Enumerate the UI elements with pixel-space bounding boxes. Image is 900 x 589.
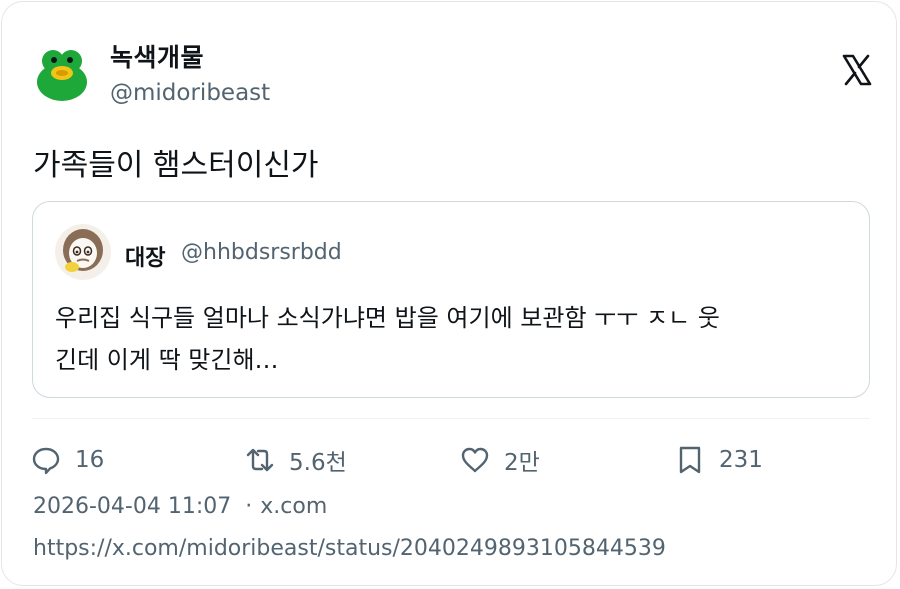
reply-icon	[32, 447, 60, 475]
tweet-text: 가족들이 햄스터이신가	[33, 148, 319, 183]
bookmark-count: 231	[719, 447, 763, 473]
quoted-user-handle[interactable]: @hhbdsrsrbdd	[181, 240, 342, 265]
retweet-button[interactable]: 5.6천	[245, 442, 347, 478]
user-avatar-icon	[55, 224, 111, 280]
like-button[interactable]: 2만	[460, 442, 540, 478]
retweet-count: 5.6천	[289, 450, 347, 476]
author-handle[interactable]: @midoribeast	[110, 80, 270, 106]
quoted-tweet-text: 우리집 식구들 얼마나 소식가냐면 밥을 여기에 보관함 ㅜㅜ ㅈㄴ 웃 긴데 …	[55, 297, 855, 381]
author-name[interactable]: 녹색개물	[110, 38, 204, 74]
quoted-user-name[interactable]: 대장	[125, 240, 165, 272]
source-link[interactable]: x.com	[260, 494, 327, 519]
x-logo-icon[interactable]	[842, 54, 872, 86]
like-count: 2만	[504, 450, 540, 476]
tweet-url[interactable]: https://x.com/midoribeast/status/2040249…	[33, 536, 666, 561]
tweet-card: 녹색개물 @midoribeast 가족들이 햄스터이신가 대장 @hhbdsr	[1, 1, 897, 586]
author-avatar[interactable]	[32, 42, 92, 102]
retweet-icon	[246, 448, 274, 472]
reply-button[interactable]: 16	[31, 442, 104, 478]
quoted-text-line-1: 우리집 식구들 얼마나 소식가냐면 밥을 여기에 보관함 ㅜㅜ ㅈㄴ 웃	[55, 304, 720, 332]
quoted-tweet[interactable]: 대장 @hhbdsrsrbdd 우리집 식구들 얼마나 소식가냐면 밥을 여기에…	[32, 201, 870, 398]
frog-avatar-icon	[32, 42, 92, 102]
divider	[32, 418, 870, 419]
quoted-text-line-2: 긴데 이게 딱 맞긴해…	[55, 346, 279, 374]
timestamp[interactable]: 2026-04-04 11:07	[33, 494, 231, 519]
bookmark-button[interactable]: 231	[675, 442, 763, 478]
tweet-meta: 2026-04-04 11:07 · x.com	[33, 494, 327, 519]
quoted-user-avatar[interactable]	[55, 224, 111, 280]
bookmark-icon	[679, 446, 701, 474]
reply-count: 16	[75, 447, 105, 473]
like-icon	[461, 447, 489, 473]
meta-separator: ·	[245, 494, 253, 519]
